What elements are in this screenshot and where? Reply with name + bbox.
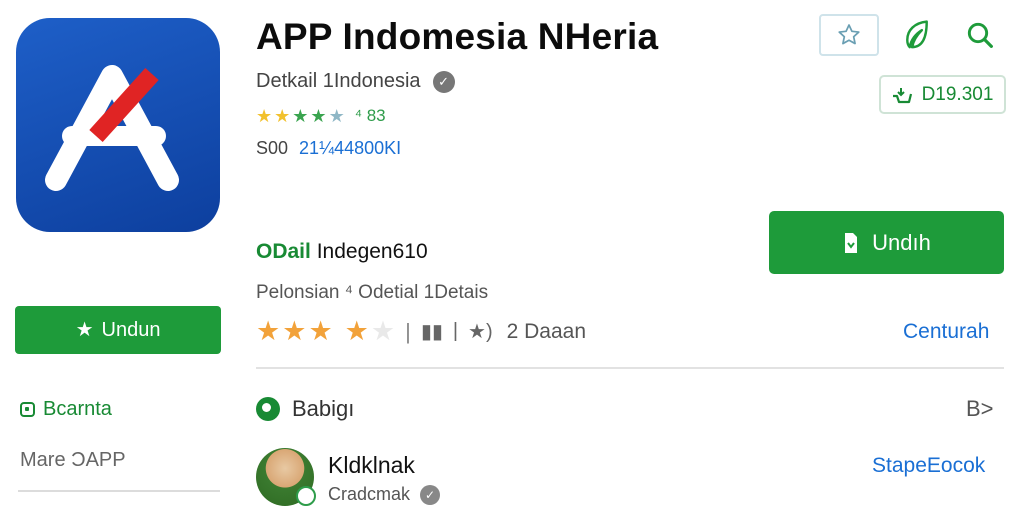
wishlist-button[interactable] [819, 14, 879, 56]
similar-more-button[interactable]: B> [966, 396, 994, 422]
section-subtitle: Pelonsian ⁴ Odetial 1Detais [256, 282, 489, 303]
rating-value: ⁴ 83 [354, 106, 386, 125]
star-icon: ★ [75, 319, 94, 341]
star-icon: ★ [344, 316, 369, 346]
square-icon [20, 402, 35, 417]
star-outline-icon [838, 24, 860, 45]
similar-app-name[interactable]: Kldklnak [328, 452, 415, 479]
meta-label: S00 [256, 138, 289, 158]
app-icon [16, 18, 220, 232]
meta-row: S00 21¼44800KI [256, 138, 401, 159]
similar-heading: Babigı [256, 396, 354, 422]
section-heading: ODail Indegen610 [256, 240, 428, 264]
separator: | [405, 318, 411, 344]
search-icon [967, 22, 993, 48]
star-icon: ★ [274, 106, 291, 126]
see-more-link[interactable]: Centurah [903, 320, 989, 344]
left-link[interactable]: Bcarnta [20, 398, 112, 421]
developer-link[interactable]: Detkail 1Indonesia ✓ [256, 70, 455, 93]
star-icon: ★ [292, 106, 309, 126]
star-icon: ★ [282, 316, 307, 346]
install-label: Undıh [872, 229, 931, 255]
install-button-secondary[interactable]: ★ Undun [15, 306, 221, 354]
share-button[interactable] [895, 14, 939, 56]
price-value: D19.301 [921, 83, 994, 105]
app-title: APP Indomesia NHeria [256, 16, 659, 57]
avatar-badge [296, 486, 316, 506]
divider [18, 490, 220, 492]
separator: | [452, 320, 459, 342]
star-icon: ★ [256, 316, 281, 346]
star-icon: ★ [256, 106, 273, 126]
divider [256, 367, 1004, 369]
similar-app-developer-name: Cradcmak [328, 484, 411, 504]
star-half-icon: ★) [468, 321, 493, 343]
verified-icon: ✓ [432, 70, 455, 93]
review-icons: ▮▮ | ★) [421, 319, 493, 344]
review-count: 2 Daaan [506, 319, 587, 343]
similar-heading-label: Babigı [292, 396, 355, 421]
chat-icon [256, 397, 280, 421]
download-icon [845, 232, 858, 253]
search-button[interactable] [958, 14, 1002, 56]
meta-id[interactable]: 21¼44800KI [299, 138, 401, 158]
developer-name: Detkail 1Indonesia [256, 70, 421, 92]
install-label: Undun [101, 318, 161, 341]
star-icon: ★ [310, 106, 327, 126]
similar-app-developer: Cradcmak ✓ [328, 484, 441, 505]
review-row: ★ ★ ★ ★ ★ | ▮▮ | ★) 2 Daaan [256, 318, 586, 345]
star-empty-icon: ★ [370, 316, 396, 346]
install-button[interactable]: Undıh [769, 211, 1004, 274]
star-icon: ★ [328, 106, 345, 126]
similar-app-action[interactable]: StapeEocok [872, 454, 985, 478]
section-title: Indegen610 [316, 240, 428, 263]
leaf-icon [906, 20, 928, 49]
cart-icon [892, 87, 912, 103]
rating-row: ★ ★ ★ ★ ★ ⁴ 83 [256, 106, 386, 126]
price-badge[interactable]: D19.301 [879, 75, 1006, 114]
left-link-label: Bcarnta [43, 398, 112, 420]
star-icon: ★ [308, 316, 333, 346]
verified-icon: ✓ [420, 484, 441, 505]
section-prefix: ODail [256, 240, 311, 263]
left-more-link[interactable]: Mare ƆAPP [20, 449, 126, 472]
thumb-icon: ▮▮ [420, 321, 443, 343]
